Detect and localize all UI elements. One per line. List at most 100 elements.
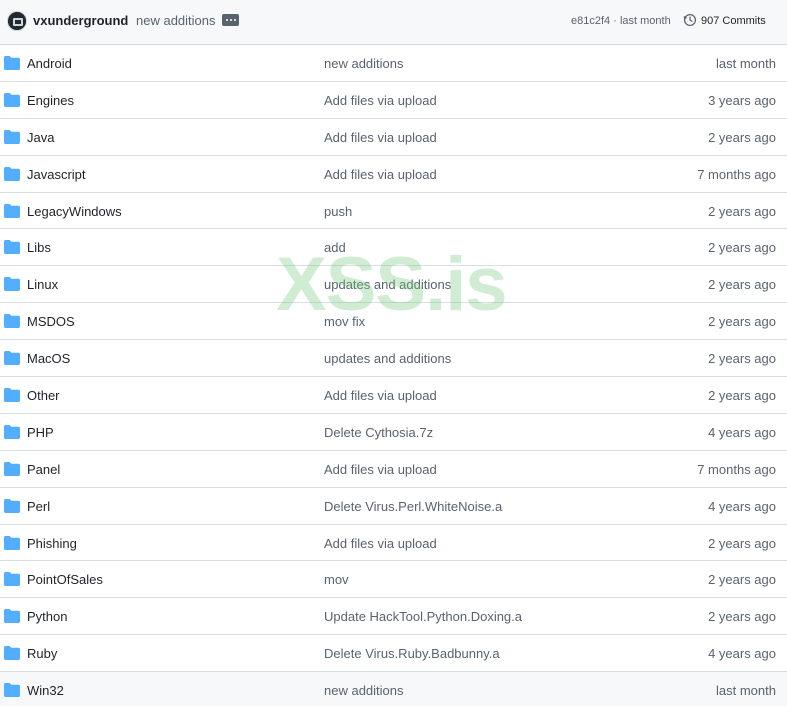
commit-age: last month xyxy=(716,56,776,71)
folder-icon xyxy=(4,498,20,513)
folder-name-link[interactable]: PHP xyxy=(27,425,54,440)
folder-icon xyxy=(4,129,20,144)
folder-name-link[interactable]: Java xyxy=(27,130,54,145)
file-row[interactable]: Linux updates and additions 2 years ago xyxy=(0,266,787,304)
file-row[interactable]: Engines Add files via upload 3 years ago xyxy=(0,81,787,119)
file-row[interactable]: PHP Delete Cythosia.7z 4 years ago xyxy=(0,413,787,451)
folder-icon xyxy=(4,535,20,550)
folder-name-link[interactable]: LegacyWindows xyxy=(27,204,122,219)
folder-icon xyxy=(4,609,20,624)
folder-name-link[interactable]: Javascript xyxy=(27,167,86,182)
folder-icon xyxy=(4,56,20,70)
commit-message-link[interactable]: Update HackTool.Python.Doxing.a xyxy=(324,609,522,624)
file-list: Android new additions last month Engines Add… xyxy=(0,45,787,706)
commit-message-link[interactable]: mov xyxy=(324,572,349,587)
folder-name-link[interactable]: Engines xyxy=(27,93,74,108)
commit-message-link[interactable]: Add files via upload xyxy=(324,93,437,108)
file-row[interactable]: Javascript Add files via upload 7 months a… xyxy=(0,155,787,193)
avatar[interactable] xyxy=(7,11,27,31)
commit-message-link[interactable]: updates and additions xyxy=(324,351,451,366)
commit-hash[interactable]: e81c2f4 xyxy=(571,15,610,27)
commit-age: 4 years ago xyxy=(708,424,776,440)
folder-icon xyxy=(4,424,20,439)
ellipsis-icon[interactable] xyxy=(222,14,239,26)
commit-age: 2 years ago xyxy=(708,129,776,145)
commit-message-link[interactable]: Delete Virus.Perl.WhiteNoise.a xyxy=(324,499,502,514)
commit-age: 2 years ago xyxy=(708,203,776,219)
file-row[interactable]: PointOfSales mov 2 years ago xyxy=(0,561,787,599)
file-row[interactable]: Perl Delete Virus.Perl.WhiteNoise.a 4 year… xyxy=(0,487,787,525)
folder-name-link[interactable]: Ruby xyxy=(27,646,57,661)
folder-icon xyxy=(4,277,20,292)
file-row[interactable]: Panel Add files via upload 7 months ago xyxy=(0,450,787,488)
commits-link[interactable]: 907 Commits xyxy=(701,15,766,27)
commit-age: 3 years ago xyxy=(708,92,776,108)
folder-icon xyxy=(4,683,20,698)
commit-age: 2 years ago xyxy=(708,535,776,551)
latest-commit-message[interactable]: new additions xyxy=(136,13,216,28)
commit-message-link[interactable]: updates and additions xyxy=(324,277,451,292)
folder-icon xyxy=(4,461,20,476)
commit-age: last month xyxy=(716,683,776,699)
folder-icon xyxy=(4,203,20,218)
folder-name-link[interactable]: MSDOS xyxy=(27,314,75,329)
file-row[interactable]: Phishing Add files via upload 2 years ago xyxy=(0,524,787,562)
folder-icon xyxy=(4,646,20,661)
file-row[interactable]: LegacyWindows push 2 years ago xyxy=(0,192,787,230)
commit-message-link[interactable]: Add files via upload xyxy=(324,462,437,477)
folder-name-link[interactable]: MacOS xyxy=(27,351,70,366)
folder-name-link[interactable]: Win32 xyxy=(27,683,64,698)
commit-age: 4 years ago xyxy=(708,498,776,514)
latest-commit-header: vxunderground new additions e81c2f4 · la… xyxy=(0,0,787,45)
file-row[interactable]: Other Add files via upload 2 years ago xyxy=(0,377,787,414)
commit-age: 2 years ago xyxy=(708,314,776,330)
commit-age: 4 years ago xyxy=(708,646,776,662)
folder-icon xyxy=(4,351,20,366)
commit-age: 2 years ago xyxy=(708,351,776,367)
folder-name-link[interactable]: Phishing xyxy=(27,536,77,551)
commit-message-link[interactable]: new additions xyxy=(324,683,404,698)
folder-icon xyxy=(4,314,20,329)
commit-message-link[interactable]: Delete Cythosia.7z xyxy=(324,425,433,440)
commit-message-link[interactable]: Add files via upload xyxy=(324,167,437,182)
file-row[interactable]: Android new additions last month xyxy=(0,45,787,82)
file-row[interactable]: MSDOS mov fix 2 years ago xyxy=(0,303,787,341)
folder-name-link[interactable]: Perl xyxy=(27,499,50,514)
folder-name-link[interactable]: Python xyxy=(27,609,67,624)
file-row[interactable]: Python Update HackTool.Python.Doxing.a 2 y… xyxy=(0,598,787,636)
commit-age: 7 months ago xyxy=(697,461,776,477)
folder-name-link[interactable]: Panel xyxy=(27,462,60,477)
commit-age: 2 years ago xyxy=(708,609,776,625)
file-row[interactable]: Libs add 2 years ago xyxy=(0,229,787,267)
commit-message-link[interactable]: new additions xyxy=(324,56,404,71)
folder-name-link[interactable]: Android xyxy=(27,56,72,71)
folder-name-link[interactable]: Linux xyxy=(27,277,58,292)
file-row[interactable]: Ruby Delete Virus.Ruby.Badbunny.a 4 years … xyxy=(0,635,787,673)
commit-meta[interactable]: e81c2f4 · last month xyxy=(571,15,671,27)
commit-time: last month xyxy=(619,15,671,27)
commit-message-link[interactable]: push xyxy=(324,204,352,219)
history-icon[interactable] xyxy=(683,13,697,27)
meta-separator: · xyxy=(613,15,620,27)
commit-message-link[interactable]: add xyxy=(324,240,346,255)
file-row[interactable]: Java Add files via upload 2 years ago xyxy=(0,118,787,156)
folder-name-link[interactable]: PointOfSales xyxy=(27,572,103,587)
commit-age: 2 years ago xyxy=(708,572,776,588)
commit-message-link[interactable]: Delete Virus.Ruby.Badbunny.a xyxy=(324,646,500,661)
folder-icon xyxy=(4,388,20,403)
folder-name-link[interactable]: Libs xyxy=(27,240,51,255)
commit-age: 7 months ago xyxy=(697,166,776,182)
folder-name-link[interactable]: Other xyxy=(27,388,60,403)
commit-message-link[interactable]: Add files via upload xyxy=(324,536,437,551)
owner-link[interactable]: vxunderground xyxy=(33,13,128,28)
commit-age: 2 years ago xyxy=(708,277,776,293)
folder-icon xyxy=(4,166,20,181)
folder-icon xyxy=(4,240,20,255)
folder-icon xyxy=(4,92,20,107)
commit-age: 2 years ago xyxy=(708,240,776,256)
commit-message-link[interactable]: Add files via upload xyxy=(324,130,437,145)
file-row[interactable]: Win32 new additions last month xyxy=(0,672,787,706)
commit-message-link[interactable]: mov fix xyxy=(324,314,365,329)
commit-message-link[interactable]: Add files via upload xyxy=(324,388,437,403)
file-row[interactable]: MacOS updates and additions 2 years ago xyxy=(0,340,787,378)
